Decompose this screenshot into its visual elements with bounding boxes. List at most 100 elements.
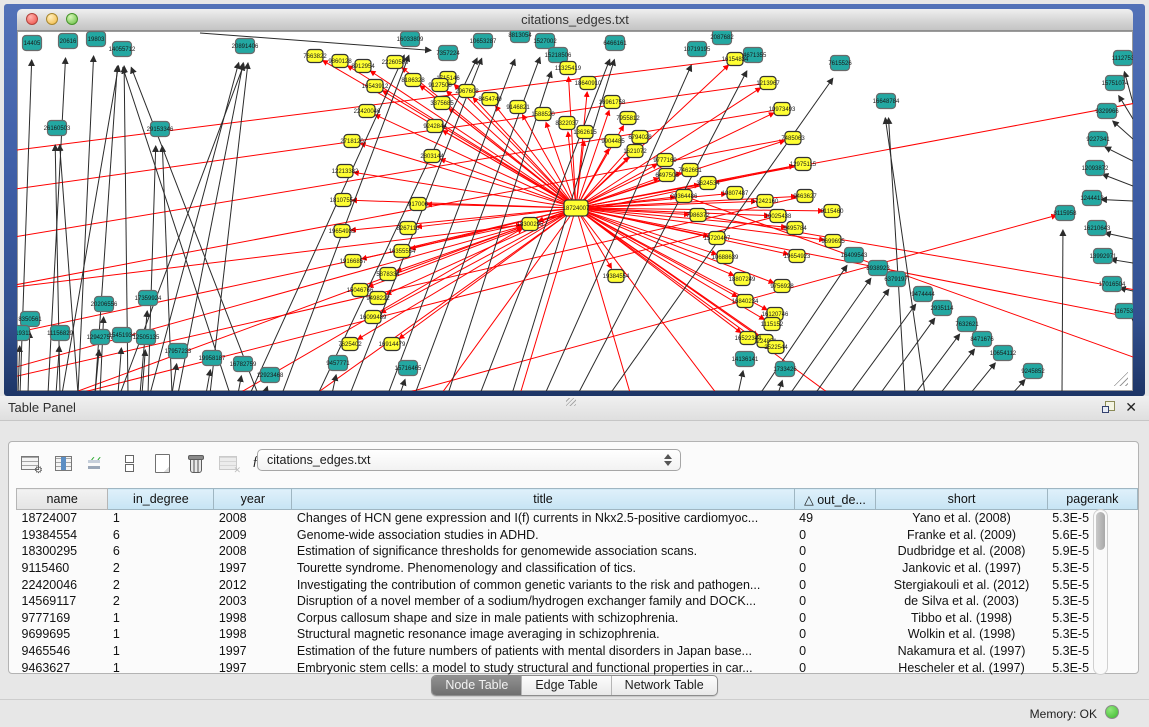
graph-node[interactable]: 8813054 [508,31,532,43]
graph-node[interactable]: 7955812 [616,112,640,125]
table-row[interactable]: 1872400712008Changes of HCN gene express… [17,510,1138,527]
graph-node[interactable]: 7357224 [436,46,460,61]
graph-node[interactable]: 9699695 [821,235,845,248]
graph-node[interactable]: 917006 [408,198,429,211]
graph-node[interactable]: 1244413 [1080,191,1104,206]
table-row[interactable]: 977716911998Corpus callosum shape and si… [17,610,1138,627]
graph-node[interactable]: 1733426 [773,362,797,377]
graph-node[interactable]: 3919311 [17,326,32,341]
graph-node[interactable]: 16210643 [1084,221,1111,236]
graph-node[interactable]: 1213967 [756,77,780,90]
trash-icon[interactable] [186,453,206,473]
network-table-selector[interactable]: citations_edges.txt [257,449,681,471]
graph-node[interactable]: 1588520 [531,108,555,121]
column-header-pagerank[interactable]: pagerank [1047,489,1137,510]
graph-node[interactable]: 16543912 [362,80,389,93]
graph-node[interactable]: 12093872 [1082,161,1109,176]
table-row[interactable]: 911546021997Tourette syndrome. Phenomeno… [17,560,1138,577]
graph-node[interactable]: 2803144 [420,150,444,163]
graph-node[interactable]: 9904485 [601,135,625,148]
graph-node[interactable]: 9227341 [1086,132,1110,147]
graph-node[interactable]: 13992971 [1090,249,1117,264]
graph-node[interactable]: 12975115 [790,158,817,171]
graph-node[interactable]: 14405 [23,36,42,51]
table-settings-icon[interactable] [21,453,41,473]
graph-node[interactable]: 9498222 [366,292,390,305]
graph-node[interactable]: 7615526 [828,56,852,71]
graph-node[interactable]: 9457771 [326,356,350,371]
graph-node[interactable]: 2967608 [455,85,479,98]
graph-node[interactable]: 8322037 [555,117,579,130]
graph-node[interactable]: 17242160 [752,195,779,208]
graph-node[interactable]: 5878334 [376,268,400,281]
graph-node[interactable]: 20206556 [91,297,118,312]
table-scrollbar[interactable] [1093,509,1108,675]
graph-node[interactable]: 10807487 [722,187,749,200]
float-panel-icon[interactable] [1102,401,1115,413]
graph-node[interactable]: 1167533 [1114,304,1133,319]
graph-node[interactable]: 6497508 [655,169,679,182]
graph-node[interactable]: 19958187 [199,351,226,366]
memory-status-icon[interactable] [1105,705,1119,719]
graph-node[interactable]: 2522544 [764,341,788,354]
graph-node[interactable]: 11156829 [47,326,73,341]
graph-node[interactable]: 2935114 [931,301,955,316]
graph-node[interactable]: 9146821 [506,101,530,114]
graph-node[interactable]: 10719195 [684,42,711,57]
graph-node[interactable]: 2718120 [340,135,364,148]
table-row[interactable]: 946554611997Estimation of the future num… [17,643,1138,660]
column-header-in_degree[interactable]: in_degree [108,489,214,510]
graph-node[interactable]: 20891406 [232,39,259,54]
graph-node[interactable]: 11325419 [555,62,582,75]
tab-network-table[interactable]: Network Table [612,676,717,695]
graph-node[interactable]: 26160503 [44,121,71,136]
graph-node[interactable]: 6794028 [628,131,652,144]
graph-node[interactable]: 16355554 [389,245,416,258]
table-row[interactable]: 969969511998Structural magnetic resonanc… [17,626,1138,643]
graph-node[interactable]: 16409543 [841,248,868,263]
graph-node[interactable]: 1621072 [623,145,647,158]
graph-node[interactable]: 9245852 [1021,364,1045,379]
rows-icon[interactable] [120,453,140,473]
network-window-titlebar[interactable]: citations_edges.txt [17,9,1133,31]
graph-node[interactable]: 10653287 [470,34,497,49]
graph-node[interactable]: 8912954 [351,60,375,73]
column-header-short[interactable]: short [876,489,1047,510]
column-header-name[interactable]: name [17,489,108,510]
graph-node[interactable]: 9777169 [653,154,677,167]
graph-node[interactable]: 7625402 [338,338,362,351]
graph-node[interactable]: 29153346 [147,122,174,137]
graph-node[interactable]: 14136141 [732,352,759,367]
graph-node[interactable]: 19803 [87,32,106,47]
graph-node[interactable]: 9463627 [793,190,817,203]
graph-node[interactable]: 8186328 [401,74,425,87]
column-header-year[interactable]: year [214,489,292,510]
graph-node[interactable]: 8115958 [1054,206,1078,221]
table-row[interactable]: 1456911722003Disruption of a novel membe… [17,593,1138,610]
graph-node[interactable]: 16648784 [873,94,900,109]
graph-node[interactable]: 7485063 [781,132,805,145]
graph-node[interactable]: 15218506 [545,48,572,63]
table-row[interactable]: 1830029562008Estimation of significance … [17,543,1138,560]
new-file-icon[interactable] [153,453,173,473]
graph-node[interactable]: 1527002 [533,34,557,49]
graph-node[interactable]: 7632621 [955,317,979,332]
graph-node[interactable]: 6466161 [603,36,627,51]
table-row[interactable]: 946362711997Embryonic stem cells: a mode… [17,659,1138,676]
graph-node[interactable]: 3624534 [696,177,720,190]
graph-node[interactable]: 10688639 [712,251,739,264]
graph-node[interactable]: 19654935 [329,225,356,238]
column-header-title[interactable]: title [292,489,794,510]
column-header-out_degree[interactable]: △ out_de... [794,489,876,510]
graph-node[interactable]: 20616 [59,34,78,49]
graph-node[interactable]: 16782759 [230,357,257,372]
graph-node[interactable]: 14055712 [109,42,136,57]
insert-column-icon[interactable] [54,453,74,473]
graph-node[interactable]: 17957233 [165,344,192,359]
graph-node[interactable]: 12213382 [332,165,359,178]
scrollbar-thumb[interactable] [1096,512,1105,550]
graph-node[interactable]: 9329966 [1095,104,1119,119]
graph-node[interactable]: 1112753 [1112,51,1133,66]
panel-resize-grip[interactable] [566,398,576,406]
graph-node[interactable]: 2087682 [710,31,734,45]
